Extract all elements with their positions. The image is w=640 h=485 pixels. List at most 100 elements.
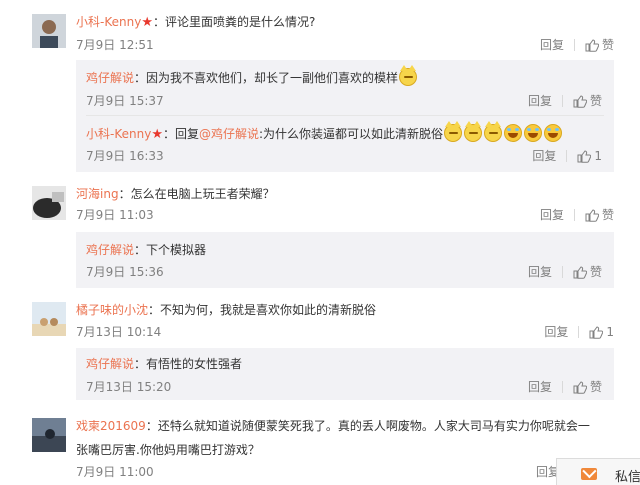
like-button[interactable]: 赞 [573,379,602,395]
divider [573,209,575,221]
comment-text-line2: 张嘴巴厉害.你他妈用嘴巴打游戏？ [76,443,260,457]
mention-link[interactable]: @鸡仔解说 [199,127,259,141]
cat-emoji-icon [484,121,503,142]
reply-button[interactable]: 回复 [544,324,568,340]
thumbs-up-icon [585,38,599,52]
avatar[interactable] [32,418,66,452]
thumbs-up-icon [577,149,592,163]
like-button[interactable]: 1 [577,148,602,164]
thumbs-up-icon [573,265,587,279]
thumbs-up-icon [585,208,599,222]
like-button[interactable]: 赞 [573,264,602,280]
comment-item: 戏柬201609：还特么就知道说随便蒙笑死我了。真的丢人啊废物。人家大司马有实力… [0,404,640,485]
username-link[interactable]: 河海ing [76,187,119,201]
like-button[interactable]: 赞 [573,93,602,109]
like-count: 赞 [589,380,602,394]
laugh-emoji-icon [524,124,543,142]
comment-actions: 回复 赞 [540,37,614,53]
comment-time: 7月9日 11:00 [76,465,154,479]
reply-box: 鸡仔解说：有悟性的女性强者 7月13日 15:20 回复 赞 [76,348,614,400]
comment-line: 戏柬201609：还特么就知道说随便蒙笑死我了。真的丢人啊废物。人家大司马有实力… [76,418,590,434]
like-button[interactable]: 赞 [585,207,614,223]
reply-box: 鸡仔解说：因为我不喜欢他们，却长了一副他们喜欢的模样 7月9日 15:37 回复… [76,60,614,172]
star-icon: ★ [151,127,163,142]
avatar[interactable] [32,186,66,220]
reply-button[interactable]: 回复 [528,379,552,395]
laugh-emoji-icon [544,124,563,142]
comment-text: ：评论里面喷粪的是什么情况? [152,15,316,29]
cat-emoji-icon [444,121,463,142]
cat-emoji-icon [399,65,418,86]
comment-time: 7月9日 11:03 [76,208,154,222]
reply-line: 小科-Kenny★：回复@鸡仔解说:为什么你装逼都可以如此清新脱俗 [86,121,563,143]
divider [566,150,568,162]
comment-text: ：怎么在电脑上玩王者荣耀？ [118,187,275,201]
divider [578,326,580,338]
comment-actions: 回复 1 [544,324,614,340]
username-link[interactable]: 鸡仔解说 [86,357,134,371]
reply-line: 鸡仔解说：因为我不喜欢他们，却长了一副他们喜欢的模样 [86,65,418,86]
reply-box: 鸡仔解说：下个模拟器 7月9日 15:36 回复 赞 [76,232,614,288]
reply-actions: 回复 1 [532,148,602,164]
like-count: 赞 [601,208,614,222]
reply-time: 7月9日 15:36 [86,265,164,279]
star-icon: ★ [141,15,153,30]
comment-line: 橘子味的小沈：不知为何，我就是喜欢你如此的清新脱俗 [76,302,376,318]
divider [573,39,575,51]
reply-button[interactable]: 回复 [532,148,556,164]
like-button[interactable]: 赞 [585,37,614,53]
like-count: 赞 [601,38,614,52]
comment-text: ：不知为何，我就是喜欢你如此的清新脱俗 [148,303,377,317]
reply-actions: 回复 赞 [528,264,602,280]
reply-prefix: ：回复 [162,127,199,141]
cat-emoji-icon [464,121,483,142]
username-link[interactable]: 戏柬201609 [76,419,146,433]
comment-time: 7月13日 10:14 [76,325,162,339]
mail-icon [581,468,597,480]
comment-item: 河海ing：怎么在电脑上玩王者荣耀？ 7月9日 11:03 回复 赞 鸡仔解说：… [0,178,640,292]
username-link[interactable]: 橘子味的小沈 [76,303,148,317]
reply-line: 鸡仔解说：有悟性的女性强者 [86,356,242,372]
reply-button[interactable]: 回复 [528,93,552,109]
comment-text: ：还特么就知道说随便蒙笑死我了。真的丢人啊废物。人家大司马有实力你呢就会一 [145,419,590,433]
divider [561,381,563,393]
avatar[interactable] [32,14,66,48]
divider [561,266,563,278]
like-count: 赞 [589,94,602,108]
reply-button[interactable]: 回复 [528,264,552,280]
reply-text: ：有悟性的女性强者 [134,357,243,371]
comment-item: 橘子味的小沈：不知为何，我就是喜欢你如此的清新脱俗 7月13日 10:14 回复… [0,292,640,404]
reply-button[interactable]: 回复 [540,37,564,53]
reply-time: 7月9日 15:37 [86,94,164,108]
reply-actions: 回复 赞 [528,93,602,109]
reply-text: ：下个模拟器 [134,243,207,257]
reply-time: 7月13日 15:20 [86,380,172,394]
reply-button[interactable]: 回复 [540,207,564,223]
comment-actions: 回复 赞 [540,207,614,223]
comment-line: 小科-Kenny★：评论里面喷粪的是什么情况? [76,14,315,31]
like-button[interactable]: 1 [589,324,614,340]
reply-time: 7月9日 16:33 [86,149,164,163]
like-count: 赞 [589,265,602,279]
avatar[interactable] [32,302,66,336]
comment-time: 7月9日 12:51 [76,38,154,52]
private-message-button[interactable]: 私信 [556,458,640,485]
like-count: 1 [594,149,602,163]
thumbs-up-icon [573,94,587,108]
reply-text: ：因为我不喜欢他们，却长了一副他们喜欢的模样 [134,71,399,85]
reply-line: 鸡仔解说：下个模拟器 [86,242,206,258]
username-link[interactable]: 小科-Kenny [76,15,141,29]
reply-text: :为什么你装逼都可以如此清新脱俗 [259,127,444,141]
username-link[interactable]: 鸡仔解说 [86,243,134,257]
thumbs-up-icon [573,380,587,394]
divider [86,115,604,116]
thumbs-up-icon [589,325,604,339]
divider [561,95,563,107]
username-link[interactable]: 小科-Kenny [86,127,151,141]
comment-line: 河海ing：怎么在电脑上玩王者荣耀？ [76,186,275,202]
laugh-emoji-icon [504,124,523,142]
username-link[interactable]: 鸡仔解说 [86,71,134,85]
like-count: 1 [606,325,614,339]
comment-item: 小科-Kenny★：评论里面喷粪的是什么情况? 7月9日 12:51 回复 赞 … [0,0,640,178]
reply-actions: 回复 赞 [528,379,602,395]
